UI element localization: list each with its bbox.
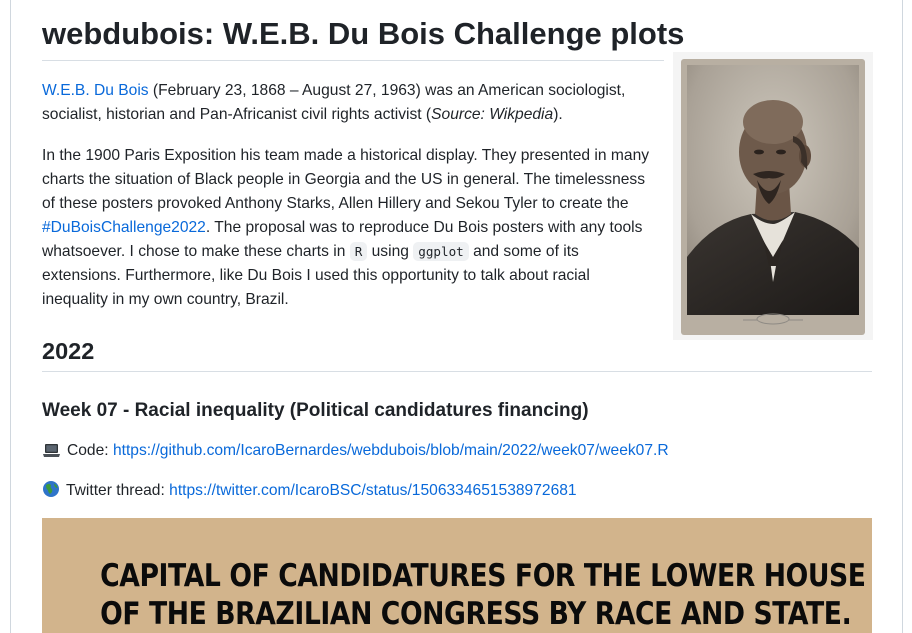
week-07-heading: Week 07 - Racial inequality (Political c…: [42, 400, 589, 421]
laptop-icon: [42, 442, 61, 466]
twitter-row: Twitter thread: https://twitter.com/Icar…: [42, 479, 577, 506]
globe-icon: [42, 480, 60, 506]
challenge-text-1: In the 1900 Paris Exposition his team ma…: [42, 147, 650, 212]
code-ggplot: ggplot: [413, 242, 469, 261]
code-label: Code:: [67, 442, 109, 459]
intro-paragraph: W.E.B. Du Bois (February 23, 1868 – Augu…: [42, 79, 632, 127]
challenge-paragraph: In the 1900 Paris Exposition his team ma…: [42, 144, 657, 312]
source-label: Source: Wikpedia: [431, 106, 554, 123]
du-bois-link[interactable]: W.E.B. Du Bois: [42, 82, 149, 99]
section-heading-2022: 2022: [42, 336, 872, 372]
code-link[interactable]: https://github.com/IcaroBernardes/webdub…: [113, 442, 669, 459]
challenge-text-3: using: [367, 243, 414, 260]
intro-text-end: ).: [553, 106, 563, 123]
page-title: webdubois: W.E.B. Du Bois Challenge plot…: [42, 14, 684, 61]
twitter-label: Twitter thread:: [66, 482, 165, 499]
poster-title-line-2: OF THE BRAZILIAN CONGRESS BY RACE AND ST…: [100, 596, 852, 632]
twitter-link[interactable]: https://twitter.com/IcaroBSC/status/1506…: [169, 482, 576, 499]
code-row: Code: https://github.com/IcaroBernardes/…: [42, 439, 669, 466]
code-r: R: [349, 242, 368, 261]
du-bois-portrait: [673, 52, 873, 340]
chart-poster-banner: CAPITAL OF CANDIDATURES FOR THE LOWER HO…: [42, 518, 872, 633]
hashtag-link[interactable]: #DuBoisChallenge2022: [42, 219, 206, 236]
poster-title-line-1: CAPITAL OF CANDIDATURES FOR THE LOWER HO…: [100, 558, 866, 594]
readme-container: webdubois: W.E.B. Du Bois Challenge plot…: [10, 0, 903, 633]
